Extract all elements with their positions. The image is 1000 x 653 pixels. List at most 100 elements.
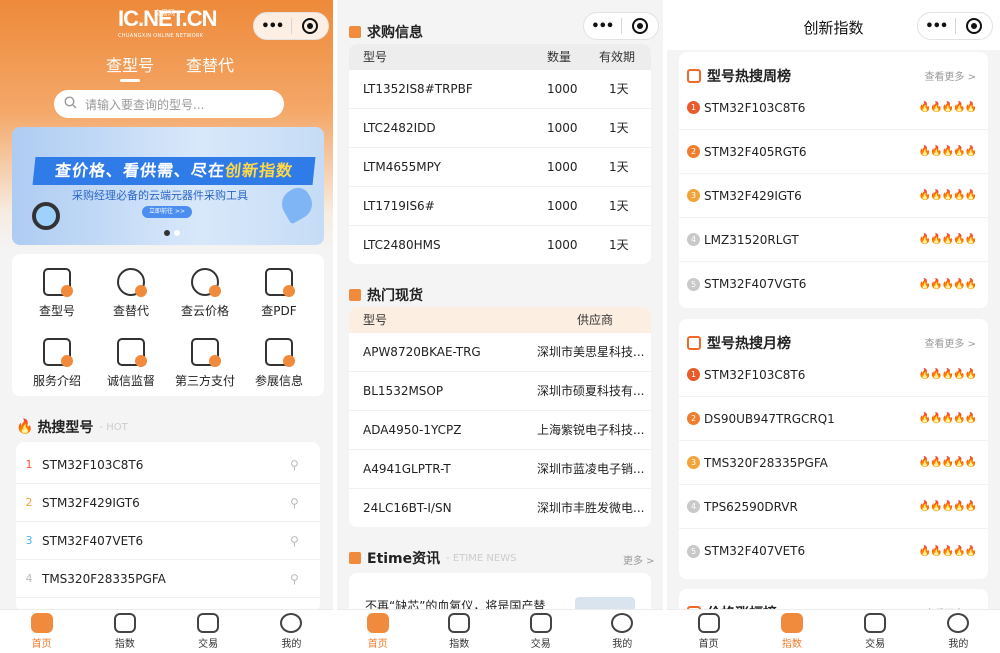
table-row[interactable]: LT1352IS8#TRPBF 1000 1天 bbox=[349, 70, 651, 109]
grid-third-party-payment[interactable]: 第三方支付 bbox=[166, 330, 244, 396]
grid-cloud-price[interactable]: 查云价格 bbox=[166, 260, 244, 326]
flame-rating-icon: 🔥🔥🔥🔥🔥 bbox=[918, 190, 977, 201]
flame-rating-icon: 🔥🔥🔥🔥🔥 bbox=[918, 278, 977, 290]
list-item[interactable]: 3 STM32F407VET6 ⚲ bbox=[16, 522, 320, 560]
list-item[interactable]: 1 STM32F103C8T6 🔥🔥🔥🔥🔥 bbox=[679, 353, 988, 397]
index-panel: 创新指数 ••• 型号热搜周榜 查看更多 > 1 STM32F103C8T6 🔥🔥🔥… bbox=[667, 0, 1000, 653]
news-card[interactable]: 不再“缺芯”的血氧仪，将是国产替 bbox=[349, 573, 651, 613]
list-item[interactable]: 4 TPS62590DRVR 🔥🔥🔥🔥🔥 bbox=[679, 485, 988, 529]
table-row[interactable]: A4941GLPTR-T 深圳市蓝凌电子销... bbox=[349, 450, 651, 489]
table-row[interactable]: LTM4655MPY 1000 1天 bbox=[349, 148, 651, 187]
table-row[interactable]: LTC2480HMS 1000 1天 bbox=[349, 226, 651, 264]
list-item[interactable]: 1 STM32F103C8T6 🔥🔥🔥🔥🔥 bbox=[679, 86, 988, 130]
table-row[interactable]: LT1719IS6# 1000 1天 bbox=[349, 187, 651, 226]
bag-icon bbox=[349, 289, 361, 301]
grid-exhibition-info[interactable]: 参展信息 bbox=[240, 330, 318, 396]
home-icon bbox=[366, 613, 389, 633]
nav-index[interactable]: 指数 bbox=[83, 610, 166, 653]
list-item[interactable]: 3 TMS320F28335PGFA 🔥🔥🔥🔥🔥 bbox=[679, 441, 988, 485]
chart-icon bbox=[448, 613, 471, 633]
list-item[interactable]: 2 DS90UB947TRGCRQ1 🔥🔥🔥🔥🔥 bbox=[679, 397, 988, 441]
table-row[interactable]: LTC2482IDD 1000 1天 bbox=[349, 109, 651, 148]
flame-rating-icon: 🔥🔥🔥🔥🔥 bbox=[918, 234, 977, 245]
news-more-link[interactable]: 更多 > bbox=[623, 552, 655, 567]
list-item[interactable]: 3 STM32F429IGT6 🔥🔥🔥🔥🔥 bbox=[679, 174, 988, 218]
banner-subtitle: 采购经理必备的云端元器件采购工具 bbox=[72, 189, 248, 202]
nav-trade[interactable]: 交易 bbox=[500, 610, 582, 653]
purchase-table: 型号 数量 有效期 LT1352IS8#TRPBF 1000 1天 LTC2482IDD… bbox=[349, 44, 651, 264]
close-mini-program-icon[interactable] bbox=[292, 18, 329, 34]
tab-search-alternative[interactable]: 查替代 bbox=[186, 52, 234, 76]
search-icon[interactable]: ⚲ bbox=[290, 458, 320, 472]
nav-mine[interactable]: 我的 bbox=[917, 610, 1000, 653]
banner-go-button[interactable]: 立即前往 >> bbox=[142, 206, 192, 218]
wallet-icon bbox=[191, 338, 221, 367]
grid-search-model[interactable]: 查型号 bbox=[18, 260, 96, 326]
weekly-ranking: 型号热搜周榜 查看更多 > 1 STM32F103C8T6 🔥🔥🔥🔥🔥 2 STM32… bbox=[679, 52, 988, 308]
list-item[interactable]: 4 LMZ31520RLGT 🔥🔥🔥🔥🔥 bbox=[679, 218, 988, 262]
list-item[interactable]: 2 STM32F405RGT6 🔥🔥🔥🔥🔥 bbox=[679, 130, 988, 174]
fire-icon: 🔥 bbox=[16, 419, 34, 435]
close-mini-program-icon[interactable] bbox=[956, 18, 993, 34]
grid-search-alternative[interactable]: 查替代 bbox=[92, 260, 170, 326]
monthly-more-link[interactable]: 查看更多 > bbox=[924, 335, 976, 350]
market-panel: ••• 求购信息 型号 数量 有效期 LT1352IS8#TRPBF 1000 1天 L… bbox=[337, 0, 663, 653]
list-item[interactable]: 5 STM32F407VGT6 🔥🔥🔥🔥🔥 bbox=[679, 262, 988, 306]
nav-mine[interactable]: 我的 bbox=[250, 610, 333, 653]
news-title: Etime资讯 - ETIME NEWS bbox=[349, 548, 516, 568]
grid-integrity-supervision[interactable]: 诚信监督 bbox=[92, 330, 170, 396]
promo-banner[interactable]: 查价格、看供需、尽在创新指数 采购经理必备的云端元器件采购工具 立即前往 >> bbox=[12, 127, 324, 245]
hot-search-title: 🔥 热搜型号 - HOT bbox=[16, 419, 128, 436]
ranking-icon bbox=[687, 69, 701, 83]
service-grid: 查型号 查替代 查云价格 查PDF 服务介绍 诚信监督 第三方支付 参展信息 bbox=[12, 254, 324, 396]
mini-program-capsule: ••• bbox=[917, 12, 993, 40]
nav-index[interactable]: 指数 bbox=[419, 610, 501, 653]
search-icon[interactable]: ⚲ bbox=[290, 534, 320, 548]
grid-service-intro[interactable]: 服务介绍 bbox=[18, 330, 96, 396]
grid-search-pdf[interactable]: 查PDF bbox=[240, 260, 318, 326]
nav-index[interactable]: 指数 bbox=[750, 610, 833, 653]
list-item[interactable]: 1 STM32F103C8T6 ⚲ bbox=[16, 446, 320, 484]
weekly-ranking-title: 型号热搜周榜 bbox=[687, 66, 791, 86]
home-icon bbox=[30, 613, 53, 633]
close-mini-program-icon[interactable] bbox=[622, 18, 659, 34]
exhibition-icon bbox=[265, 338, 295, 367]
more-icon[interactable]: ••• bbox=[254, 19, 291, 34]
user-icon bbox=[611, 613, 634, 633]
handshake-icon bbox=[529, 613, 552, 633]
nav-home[interactable]: 首页 bbox=[667, 610, 750, 653]
user-icon bbox=[280, 613, 303, 633]
bottom-nav: 首页 指数 交易 我的 bbox=[667, 609, 1000, 653]
nav-mine[interactable]: 我的 bbox=[582, 610, 664, 653]
monthly-ranking-title: 型号热搜月榜 bbox=[687, 333, 791, 353]
search-icon[interactable]: ⚲ bbox=[290, 572, 320, 586]
home-icon bbox=[697, 613, 720, 633]
service-bag-icon bbox=[43, 338, 73, 367]
hot-stock-title: 热门现货 bbox=[349, 285, 423, 305]
flame-rating-icon: 🔥🔥🔥🔥🔥 bbox=[918, 369, 977, 380]
table-row[interactable]: 24LC16BT-I/SN 深圳市丰胜发微电... bbox=[349, 489, 651, 527]
monthly-ranking: 型号热搜月榜 查看更多 > 1 STM32F103C8T6 🔥🔥🔥🔥🔥 2 DS90U… bbox=[679, 319, 988, 579]
nav-trade[interactable]: 交易 bbox=[167, 610, 250, 653]
list-item[interactable]: 5 STM32F407VET6 🔥🔥🔥🔥🔥 bbox=[679, 529, 988, 573]
more-icon[interactable]: ••• bbox=[584, 19, 621, 34]
table-row[interactable]: BL1532MSOP 深圳市硕夏科技有... bbox=[349, 372, 651, 411]
search-icon bbox=[64, 96, 77, 112]
nav-home[interactable]: 首页 bbox=[337, 610, 419, 653]
chip-search-icon bbox=[43, 268, 73, 297]
logo: IC.NET.CN 交易网 CHUANGXIN ONLINE NETWORK bbox=[118, 6, 218, 40]
nav-trade[interactable]: 交易 bbox=[834, 610, 917, 653]
home-panel: IC.NET.CN 交易网 CHUANGXIN ONLINE NETWORK •… bbox=[0, 0, 333, 653]
more-icon[interactable]: ••• bbox=[918, 19, 955, 34]
search-icon[interactable]: ⚲ bbox=[290, 496, 320, 510]
table-row[interactable]: ADA4950-1YCPZ 上海紫锐电子科技... bbox=[349, 411, 651, 450]
flame-rating-icon: 🔥🔥🔥🔥🔥 bbox=[918, 457, 977, 468]
search-input[interactable]: 请输入要查询的型号... bbox=[54, 90, 284, 118]
list-item[interactable]: 2 STM32F429IGT6 ⚲ bbox=[16, 484, 320, 522]
list-item[interactable]: 4 TMS320F28335PGFA ⚲ bbox=[16, 560, 320, 598]
table-row[interactable]: APW8720BKAE-TRG 深圳市美思星科技... bbox=[349, 333, 651, 372]
tab-search-model[interactable]: 查型号 bbox=[106, 52, 154, 82]
nav-home[interactable]: 首页 bbox=[0, 610, 83, 653]
weekly-more-link[interactable]: 查看更多 > bbox=[924, 68, 976, 83]
search-placeholder: 请输入要查询的型号... bbox=[85, 97, 205, 112]
